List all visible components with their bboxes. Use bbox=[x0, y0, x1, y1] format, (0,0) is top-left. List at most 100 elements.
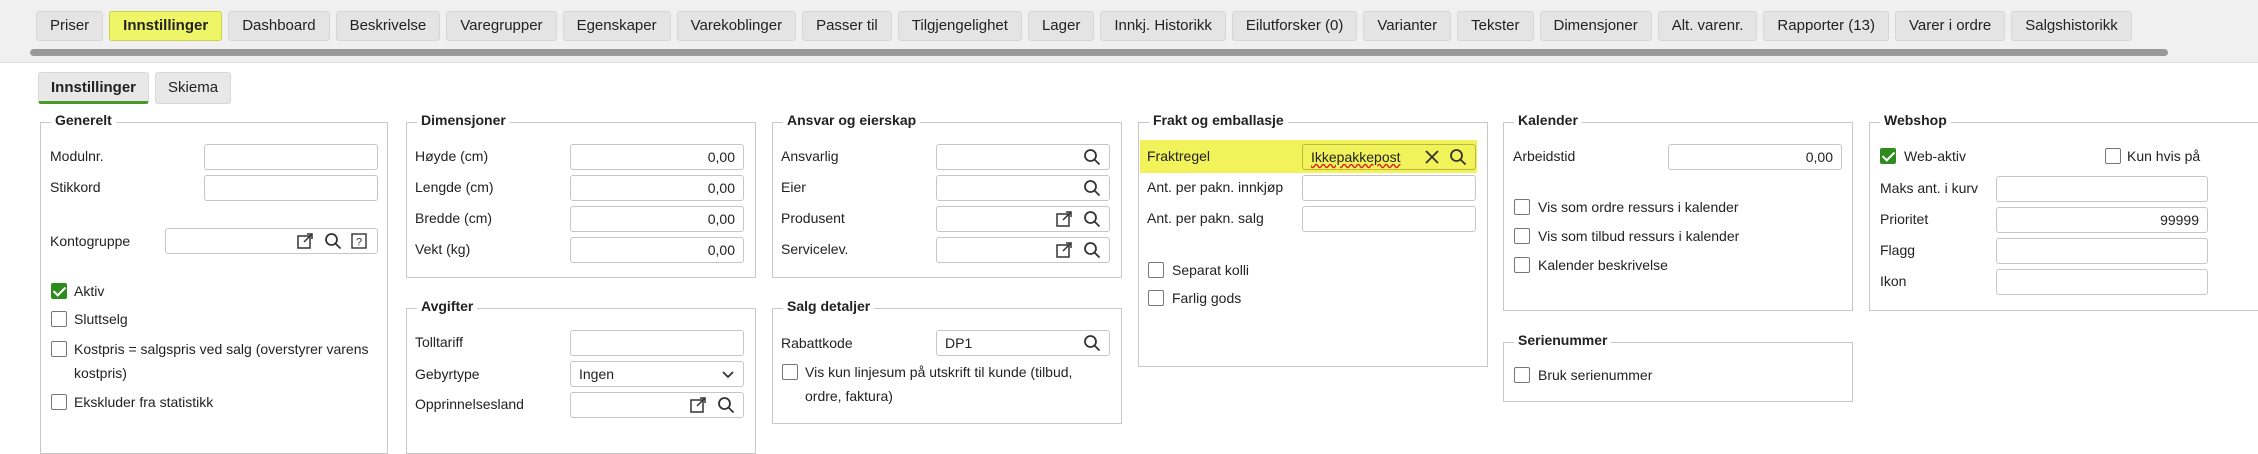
ansvarlig-label: Ansvarlig bbox=[781, 148, 839, 164]
tab-innkj-historikk[interactable]: Innkj. Historikk bbox=[1100, 11, 1226, 41]
hoyde-field[interactable]: 0,00 bbox=[570, 144, 744, 170]
ekskluder-checkbox[interactable] bbox=[51, 394, 67, 410]
ant-innkjop-field[interactable] bbox=[1302, 175, 1476, 201]
vis-kun-linjesum-label-2: ordre, faktura) bbox=[805, 388, 893, 404]
gebyrtype-value: Ingen bbox=[579, 366, 615, 382]
kalender-beskrivelse-checkbox[interactable] bbox=[1514, 257, 1530, 273]
horizontal-scrollbar[interactable] bbox=[30, 49, 2168, 56]
web-aktiv-checkbox[interactable] bbox=[1880, 148, 1896, 164]
gebyrtype-select[interactable]: Ingen bbox=[570, 361, 744, 387]
tab-varekoblinger[interactable]: Varekoblinger bbox=[676, 11, 797, 41]
gebyrtype-label: Gebyrtype bbox=[415, 366, 480, 382]
bredde-label: Bredde (cm) bbox=[415, 210, 493, 226]
tab-dashboard[interactable]: Dashboard bbox=[228, 11, 330, 41]
vis-ordre-ressurs-label: Vis som ordre ressurs i kalender bbox=[1538, 199, 1739, 215]
open-external-icon[interactable] bbox=[296, 232, 314, 250]
produsent-field[interactable] bbox=[936, 206, 1110, 232]
tab-salgshistorikk[interactable]: Salgshistorikk bbox=[2011, 11, 2132, 41]
eier-field[interactable] bbox=[936, 175, 1110, 201]
search-icon[interactable] bbox=[1083, 334, 1101, 352]
rabattkode-value: DP1 bbox=[945, 335, 973, 351]
search-icon[interactable] bbox=[1449, 148, 1467, 166]
tab-innstillinger[interactable]: Innstillinger bbox=[109, 11, 223, 41]
tab-varianter[interactable]: Varianter bbox=[1363, 11, 1452, 41]
flagg-field[interactable] bbox=[1996, 238, 2208, 264]
kontogruppe-field[interactable]: ? bbox=[165, 228, 378, 254]
tab-varegrupper[interactable]: Varegrupper bbox=[446, 11, 557, 41]
search-icon[interactable] bbox=[717, 396, 735, 414]
vis-kun-linjesum-checkbox[interactable] bbox=[782, 364, 798, 380]
flagg-label: Flagg bbox=[1880, 242, 1916, 258]
kun-hvis-checkbox[interactable] bbox=[2105, 148, 2121, 164]
kun-hvis-label: Kun hvis på bbox=[2127, 148, 2201, 164]
subtab-innstillinger[interactable]: Innstillinger bbox=[38, 72, 150, 104]
lengde-field[interactable]: 0,00 bbox=[570, 175, 744, 201]
open-external-icon[interactable] bbox=[1055, 241, 1073, 259]
open-external-icon[interactable] bbox=[689, 396, 707, 414]
tab-rapporter[interactable]: Rapporter (13) bbox=[1763, 11, 1889, 41]
tab-filutforsker[interactable]: Eilutforsker (0) bbox=[1231, 11, 1358, 41]
opprinnelsesland-label: Opprinnelsesland bbox=[415, 396, 524, 412]
search-icon[interactable] bbox=[1083, 241, 1101, 259]
kostpris-label: Kostpris = salgspris ved salg (overstyre… bbox=[74, 341, 369, 357]
modulnr-field[interactable] bbox=[204, 144, 378, 170]
servicelev-field[interactable] bbox=[936, 237, 1110, 263]
maks-ant-field[interactable] bbox=[1996, 176, 2208, 202]
lengde-label: Lengde (cm) bbox=[415, 179, 494, 195]
tolltariff-field[interactable] bbox=[570, 330, 744, 356]
search-icon[interactable] bbox=[1083, 210, 1101, 228]
vekt-label: Vekt (kg) bbox=[415, 241, 471, 257]
modulnr-label: Modulnr. bbox=[50, 148, 104, 164]
prioritet-field[interactable]: 99999 bbox=[1996, 207, 2208, 233]
ansvarlig-field[interactable] bbox=[936, 144, 1110, 170]
tab-varer-i-ordre[interactable]: Varer i ordre bbox=[1894, 11, 2006, 41]
tab-priser[interactable]: Priser bbox=[36, 11, 104, 41]
search-icon[interactable] bbox=[1083, 148, 1101, 166]
vis-tilbud-ressurs-checkbox[interactable] bbox=[1514, 228, 1530, 244]
farlig-gods-checkbox[interactable] bbox=[1148, 290, 1164, 306]
aktiv-checkbox[interactable] bbox=[51, 283, 67, 299]
vis-ordre-ressurs-checkbox[interactable] bbox=[1514, 199, 1530, 215]
ant-innkjop-label: Ant. per pakn. innkjøp bbox=[1147, 179, 1284, 195]
sluttselg-checkbox[interactable] bbox=[51, 311, 67, 327]
section-title: Dimensjoner bbox=[417, 112, 510, 128]
bruk-serienummer-checkbox[interactable] bbox=[1514, 367, 1530, 383]
arbeidstid-field[interactable]: 0,00 bbox=[1668, 144, 1842, 170]
section-title: Avgifter bbox=[417, 298, 478, 314]
tab-lager[interactable]: Lager bbox=[1027, 11, 1095, 41]
open-external-icon[interactable] bbox=[1055, 210, 1073, 228]
bruk-serienummer-label: Bruk serienummer bbox=[1538, 367, 1653, 383]
kostpris-checkbox[interactable] bbox=[51, 341, 67, 357]
tab-egenskaper[interactable]: Egenskaper bbox=[562, 11, 671, 41]
tolltariff-label: Tolltariff bbox=[415, 334, 463, 350]
tab-tekster[interactable]: Tekster bbox=[1457, 11, 1534, 41]
fraktregel-label: Fraktregel bbox=[1147, 148, 1211, 164]
prioritet-label: Prioritet bbox=[1880, 211, 1929, 227]
kostpris-label-2: kostpris) bbox=[74, 365, 127, 381]
help-icon[interactable]: ? bbox=[350, 232, 368, 250]
sluttselg-label: Sluttselg bbox=[74, 311, 128, 327]
tab-passer-til[interactable]: Passer til bbox=[802, 11, 892, 41]
tab-alt-varenr[interactable]: Alt. varenr. bbox=[1657, 11, 1758, 41]
vekt-field[interactable]: 0,00 bbox=[570, 237, 744, 263]
bredde-field[interactable]: 0,00 bbox=[570, 206, 744, 232]
separat-kolli-checkbox[interactable] bbox=[1148, 262, 1164, 278]
tab-dimensjoner[interactable]: Dimensjoner bbox=[1539, 11, 1652, 41]
subtab-skiema[interactable]: Skiema bbox=[155, 72, 232, 104]
servicelev-label: Servicelev. bbox=[781, 241, 849, 257]
opprinnelsesland-field[interactable] bbox=[570, 392, 744, 418]
section-title: Salg detaljer bbox=[783, 298, 875, 314]
search-icon[interactable] bbox=[324, 232, 342, 250]
tab-beskrivelse[interactable]: Beskrivelse bbox=[335, 11, 441, 41]
ikon-field[interactable] bbox=[1996, 269, 2208, 295]
ant-salg-field[interactable] bbox=[1302, 206, 1476, 232]
search-icon[interactable] bbox=[1083, 179, 1101, 197]
tab-tilgjengelighet[interactable]: Tilgjengelighet bbox=[897, 11, 1022, 41]
rabattkode-field[interactable]: DP1 bbox=[936, 330, 1110, 356]
fraktregel-field[interactable]: Ikkepakkepost bbox=[1302, 144, 1476, 170]
close-icon[interactable] bbox=[1423, 148, 1441, 166]
rabattkode-label: Rabattkode bbox=[781, 335, 853, 351]
ant-salg-label: Ant. per pakn. salg bbox=[1147, 210, 1264, 226]
section-title: Kalender bbox=[1514, 112, 1582, 128]
stikkord-field[interactable] bbox=[204, 175, 378, 201]
